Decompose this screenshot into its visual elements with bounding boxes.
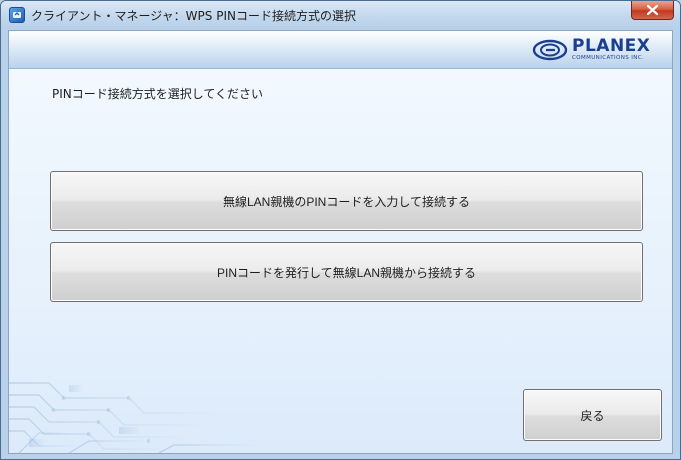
title-bar[interactable]: クライアント・マネージャ：WPS PINコード接続方式の選択 xyxy=(1,1,680,29)
enter-ap-pin-label: 無線LAN親機のPINコードを入力して接続する xyxy=(223,194,470,209)
circuit-decoration xyxy=(9,382,259,453)
enter-ap-pin-button[interactable]: 無線LAN親機のPINコードを入力して接続する xyxy=(50,171,643,231)
dialog-window: クライアント・マネージャ：WPS PINコード接続方式の選択 PLANEX CO… xyxy=(0,0,681,460)
logo-subtitle-text: COMMUNICATIONS INC. xyxy=(572,55,645,61)
instruction-text: PINコード接続方式を選択してください xyxy=(52,87,264,101)
back-button-label: 戻る xyxy=(580,408,605,423)
window-title: クライアント・マネージャ：WPS PINコード接続方式の選択 xyxy=(31,9,356,23)
app-icon xyxy=(9,7,25,23)
planex-globe-icon xyxy=(532,39,568,61)
planex-logo: PLANEX COMMUNICATIONS INC. xyxy=(532,37,662,63)
close-icon xyxy=(647,5,658,15)
close-button[interactable] xyxy=(631,1,674,20)
generate-pin-button[interactable]: PINコードを発行して無線LAN親機から接続する xyxy=(50,242,643,302)
back-button[interactable]: 戻る xyxy=(523,389,662,441)
generate-pin-label: PINコードを発行して無線LAN親機から接続する xyxy=(217,265,476,280)
logo-brand-text: PLANEX xyxy=(572,36,651,56)
client-area: PLANEX COMMUNICATIONS INC. PINコード接続方式を選択… xyxy=(8,30,673,454)
header-band: PLANEX COMMUNICATIONS INC. xyxy=(9,31,672,69)
